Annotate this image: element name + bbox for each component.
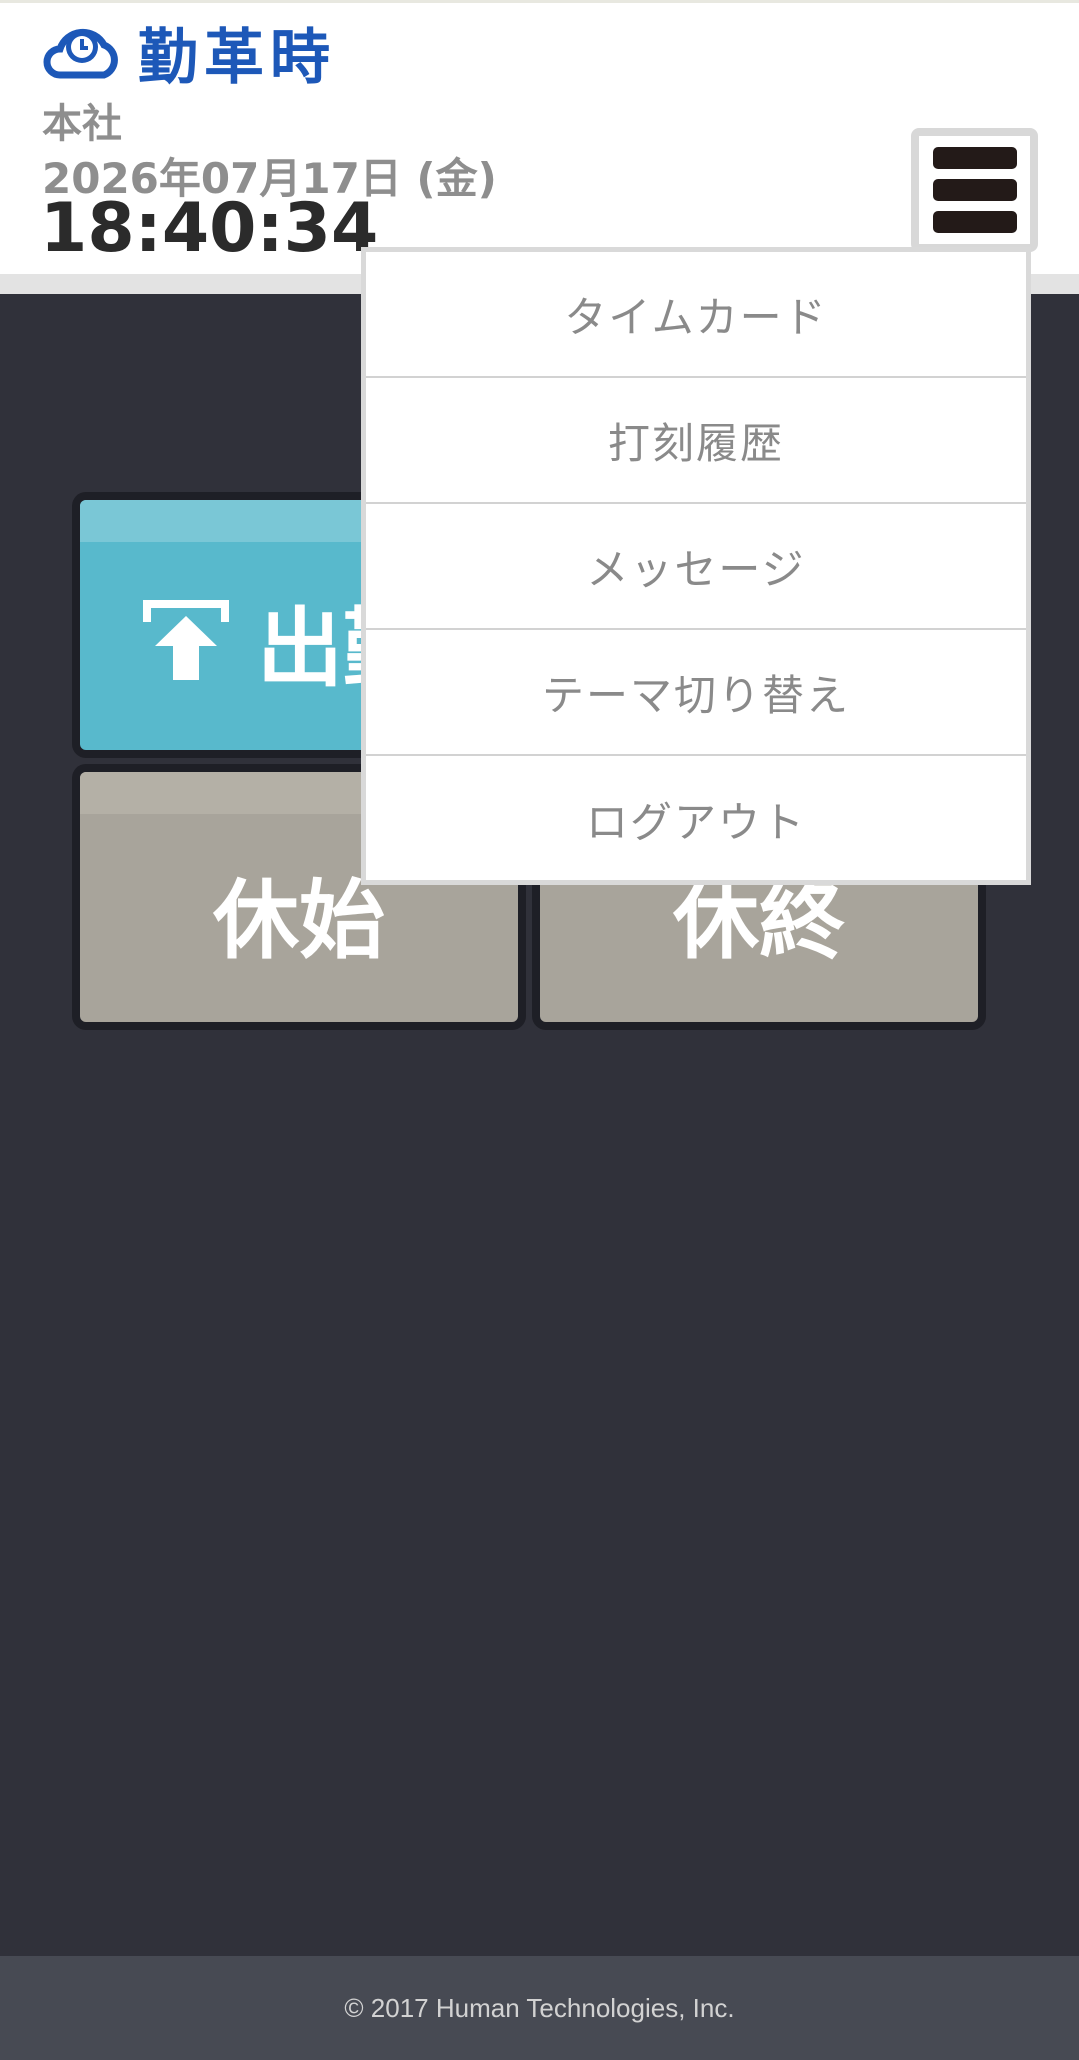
break-start-label: 休始	[213, 870, 385, 971]
menu-icon-bar	[932, 179, 1017, 201]
menu-icon-bar	[932, 211, 1017, 233]
menu-icon	[932, 147, 1017, 169]
upload-arrow-icon	[143, 600, 229, 680]
menu-item-theme-switch[interactable]: テーマ切り替え	[366, 630, 1026, 756]
company-name: 本社	[42, 101, 122, 147]
header: 勤革時 本社 2026年07月17日 (金) 18:40:34	[0, 0, 1079, 274]
menu-item-timecard[interactable]: タイムカード	[366, 252, 1026, 378]
menu-item-logout[interactable]: ログアウト	[366, 756, 1026, 882]
logo: 勤革時	[40, 17, 336, 93]
hamburger-menu-button[interactable]	[911, 128, 1038, 252]
menu-item-messages[interactable]: メッセージ	[366, 504, 1026, 630]
footer-copyright: © 2017 Human Technologies, Inc.	[0, 1956, 1079, 2060]
menu-item-stamp-history[interactable]: 打刻履歴	[366, 378, 1026, 504]
app-page: 勤革時 本社 2026年07月17日 (金) 18:40:34 出勤 休始 休終…	[0, 0, 1079, 2060]
cloud-clock-icon	[43, 28, 118, 79]
current-time: 18:40:34	[40, 189, 379, 268]
logo-text: 勤革時	[138, 22, 336, 93]
dropdown-menu: タイムカード 打刻履歴 メッセージ テーマ切り替え ログアウト	[361, 247, 1031, 885]
